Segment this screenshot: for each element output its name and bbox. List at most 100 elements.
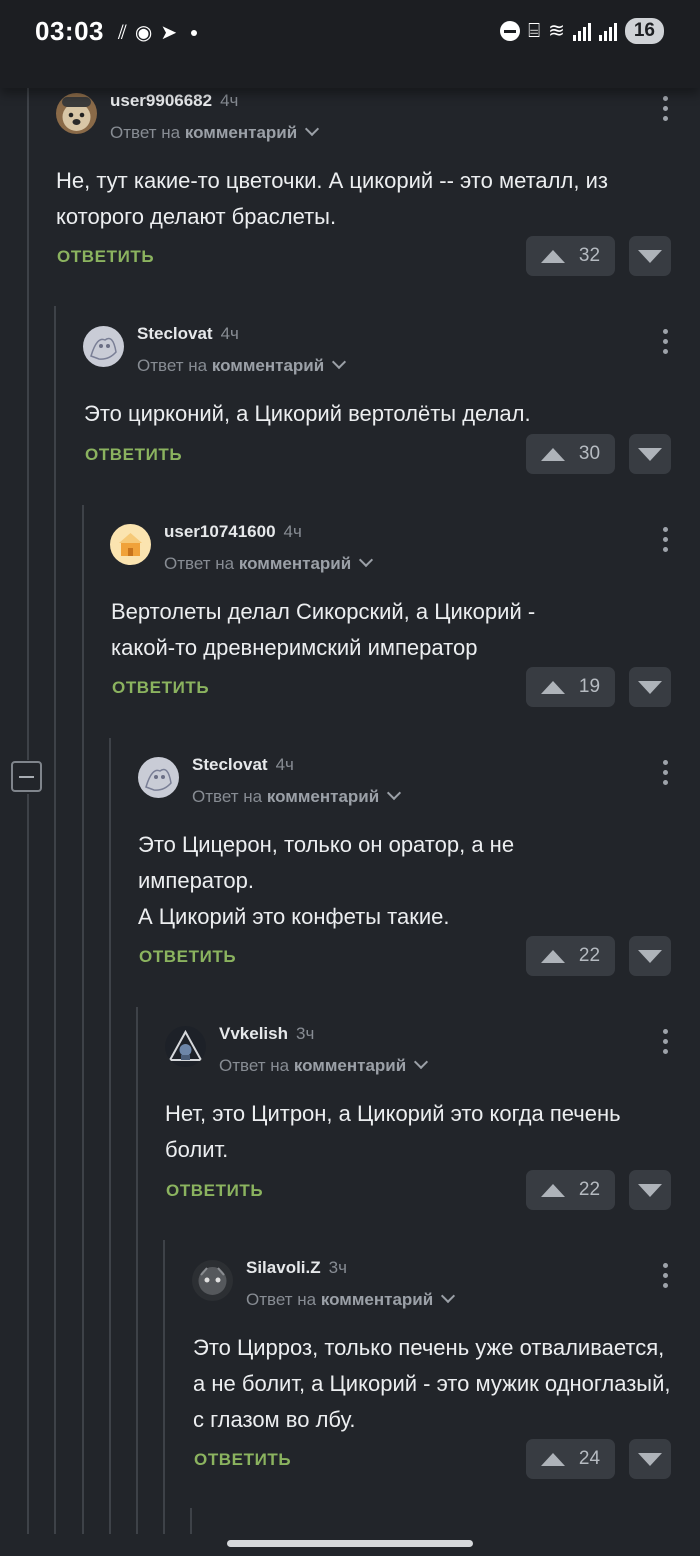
arrow-up-icon xyxy=(540,949,565,963)
notification-dot-icon xyxy=(191,30,198,36)
more-options-icon[interactable] xyxy=(661,1263,669,1288)
chevron-down-icon xyxy=(305,121,320,137)
downvote-button[interactable] xyxy=(629,936,671,976)
comment-time: 4ч xyxy=(220,324,239,343)
arrow-up-icon xyxy=(540,680,565,694)
comment-text: Не, тут какие-то цветочки. А цикорий -- … xyxy=(56,168,608,229)
downvote-button[interactable] xyxy=(629,1439,671,1479)
home-indicator[interactable] xyxy=(227,1540,473,1547)
reply-to[interactable]: Ответ на комментарий xyxy=(246,1288,456,1310)
reply-to[interactable]: Ответ на комментарий xyxy=(137,354,347,376)
do-not-disturb-icon xyxy=(500,21,521,41)
comment-time: 4ч xyxy=(275,755,294,774)
thread-line xyxy=(109,738,111,1534)
reply-button[interactable]: ОТВЕТИТЬ xyxy=(194,1450,291,1470)
downvote-button[interactable] xyxy=(629,1170,671,1210)
downvote-button[interactable] xyxy=(629,434,671,474)
signal-icon xyxy=(598,21,617,41)
vote-count: 24 xyxy=(578,1448,601,1469)
downvote-button[interactable] xyxy=(629,667,671,707)
reply-to[interactable]: Ответ на комментарий xyxy=(110,121,320,143)
reply-button[interactable]: ОТВЕТИТЬ xyxy=(57,247,154,267)
more-options-icon[interactable] xyxy=(661,760,669,785)
vote-count: 19 xyxy=(578,676,601,697)
reply-button[interactable]: ОТВЕТИТЬ xyxy=(166,1181,263,1201)
comment-text: Это Цицерон, только он оратор, а не импе… xyxy=(138,832,515,929)
arrow-down-icon xyxy=(638,249,662,263)
comment-author[interactable]: Silavoli.Z 3ч xyxy=(246,1258,347,1278)
comment-author[interactable]: user9906682 4ч xyxy=(110,91,238,111)
collapse-thread-button[interactable] xyxy=(11,761,42,792)
comment-time: 4ч xyxy=(220,91,239,110)
more-options-icon[interactable] xyxy=(661,527,669,552)
comment-time: 3ч xyxy=(296,1024,315,1043)
upvote-button[interactable]: 30 xyxy=(526,434,615,474)
status-time: 03:03 xyxy=(35,16,104,46)
thread-line xyxy=(27,88,29,760)
thread-line xyxy=(27,794,29,1534)
upvote-button[interactable]: 22 xyxy=(526,1170,615,1210)
arrow-down-icon xyxy=(638,1452,662,1466)
arrow-up-icon xyxy=(540,1183,565,1197)
downvote-button[interactable] xyxy=(629,236,671,276)
chevron-down-icon xyxy=(441,1288,456,1304)
reply-to[interactable]: Ответ на комментарий xyxy=(164,552,374,574)
comment-text: Вертолеты делал Сикорский, а Цикорий - к… xyxy=(111,599,536,660)
signal-icon xyxy=(572,21,591,41)
stripes-icon: ⫽ xyxy=(118,22,127,44)
chevron-down-icon xyxy=(387,785,402,801)
vote-count: 32 xyxy=(578,245,601,266)
comment-author[interactable]: Vvkelish 3ч xyxy=(219,1024,314,1044)
status-bar: 03:03 ⫽ ◉ ➤ ⌸ ≋ 16 xyxy=(0,0,700,88)
avatar[interactable] xyxy=(83,326,124,367)
upvote-button[interactable]: 22 xyxy=(526,936,615,976)
chevron-down-icon xyxy=(414,1054,429,1070)
reply-to[interactable]: Ответ на комментарий xyxy=(192,785,402,807)
reply-button[interactable]: ОТВЕТИТЬ xyxy=(139,947,236,967)
vote-count: 22 xyxy=(578,945,601,966)
arrow-up-icon xyxy=(540,447,565,461)
more-options-icon[interactable] xyxy=(661,1029,669,1054)
chevron-down-icon xyxy=(359,552,374,568)
avatar[interactable] xyxy=(165,1026,206,1067)
thread-line xyxy=(190,1508,192,1534)
avatar[interactable] xyxy=(56,93,97,134)
comment-text: Нет, это Цитрон, а Цикорий это когда печ… xyxy=(165,1101,621,1162)
avatar[interactable] xyxy=(110,524,151,565)
thread-line xyxy=(54,306,56,1534)
arrow-down-icon xyxy=(638,447,662,461)
sleep-icon: ⌸ xyxy=(528,20,541,42)
arrow-up-icon xyxy=(540,1452,565,1466)
battery-indicator: 16 xyxy=(624,18,664,44)
avatar[interactable] xyxy=(192,1260,233,1301)
more-options-icon[interactable] xyxy=(661,96,669,121)
minus-icon xyxy=(19,775,34,778)
vote-count: 22 xyxy=(578,1179,601,1200)
comment-time: 4ч xyxy=(283,522,302,541)
comment-author[interactable]: user10741600 4ч xyxy=(164,522,302,542)
thread-line xyxy=(136,1007,138,1534)
upvote-button[interactable]: 32 xyxy=(526,236,615,276)
status-left-icons: ⫽ ◉ ➤ xyxy=(118,20,198,46)
thread-line xyxy=(82,505,84,1534)
upvote-button[interactable]: 24 xyxy=(526,1439,615,1479)
arrow-down-icon xyxy=(638,949,662,963)
wifi-icon: ≋ xyxy=(548,20,565,42)
arrow-down-icon xyxy=(638,1183,662,1197)
thread-line xyxy=(163,1240,165,1534)
navigator-icon: ◉ xyxy=(134,22,153,44)
comment-text: Это Цирроз, только печень уже отваливает… xyxy=(193,1335,671,1432)
reply-button[interactable]: ОТВЕТИТЬ xyxy=(85,445,182,465)
comment-time: 3ч xyxy=(328,1258,347,1277)
more-options-icon[interactable] xyxy=(661,329,669,354)
reply-to[interactable]: Ответ на комментарий xyxy=(219,1054,429,1076)
upvote-button[interactable]: 19 xyxy=(526,667,615,707)
comment-author[interactable]: Steclovat 4ч xyxy=(137,324,239,344)
vote-count: 30 xyxy=(578,443,601,464)
reply-button[interactable]: ОТВЕТИТЬ xyxy=(112,678,209,698)
arrow-up-icon xyxy=(540,249,565,263)
avatar[interactable] xyxy=(138,757,179,798)
comment-author[interactable]: Steclovat 4ч xyxy=(192,755,294,775)
chevron-down-icon xyxy=(332,354,347,370)
telegram-icon: ➤ xyxy=(160,22,178,44)
